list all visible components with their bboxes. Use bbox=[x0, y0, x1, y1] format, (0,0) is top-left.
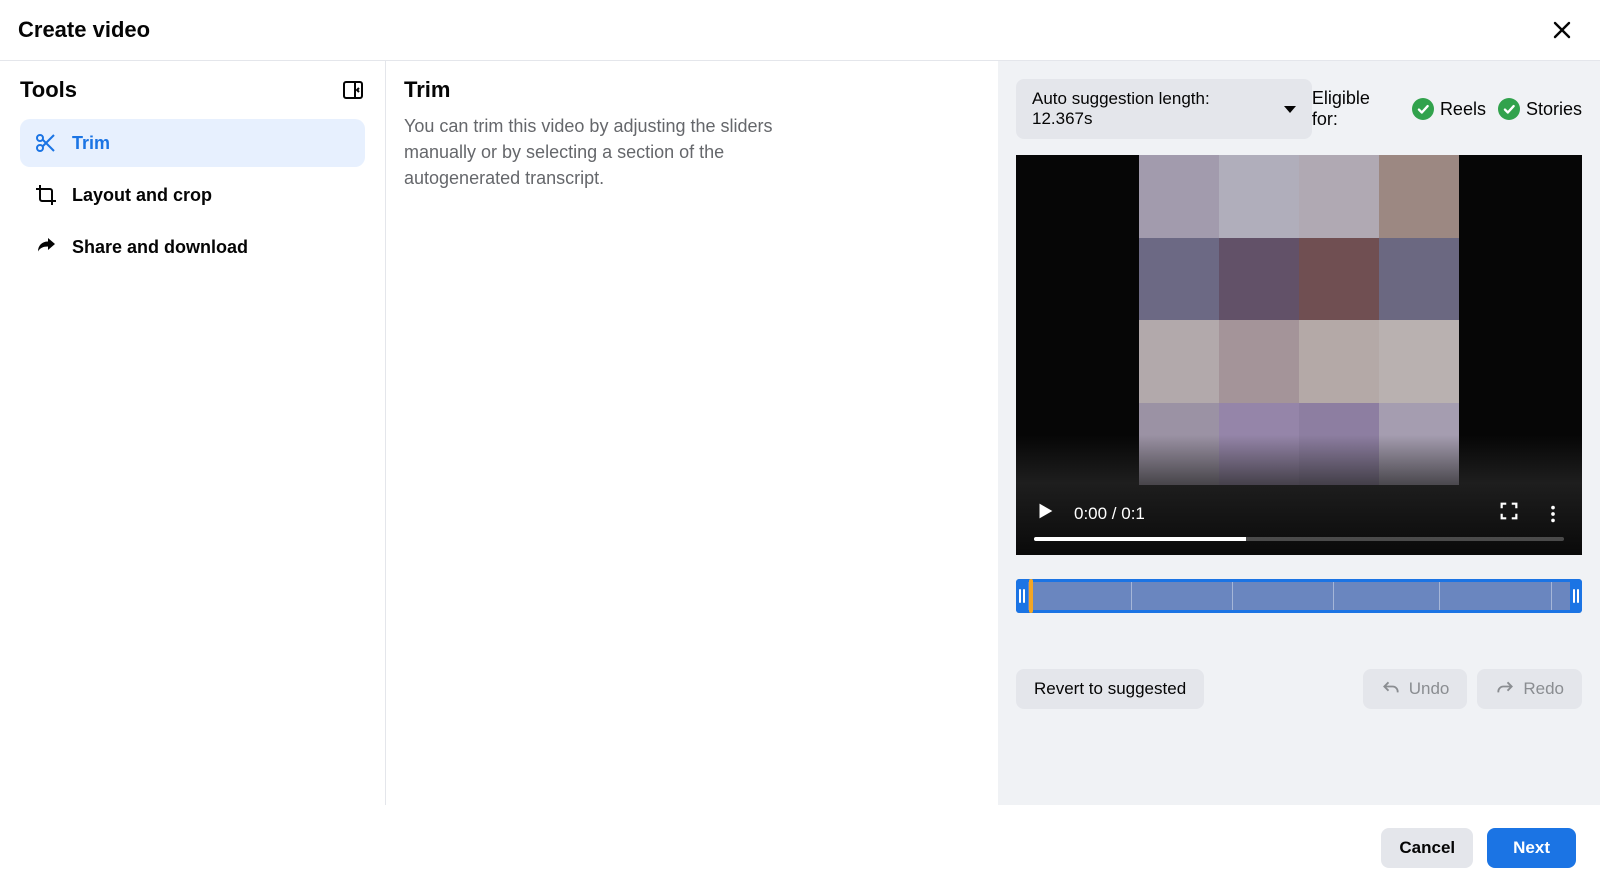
sidebar: Tools Trim Layout and crop Share and dow… bbox=[0, 61, 386, 805]
sidebar-item-share-download[interactable]: Share and download bbox=[20, 223, 365, 271]
cancel-button[interactable]: Cancel bbox=[1381, 828, 1473, 868]
more-vertical-icon bbox=[1542, 503, 1564, 525]
play-button[interactable] bbox=[1034, 500, 1056, 527]
undo-button[interactable]: Undo bbox=[1363, 669, 1468, 709]
sidebar-item-layout-crop[interactable]: Layout and crop bbox=[20, 171, 365, 219]
close-icon bbox=[1550, 18, 1574, 42]
undo-label: Undo bbox=[1409, 679, 1450, 699]
panel-collapse-icon bbox=[341, 78, 365, 102]
trim-handle-end[interactable] bbox=[1570, 579, 1582, 613]
redo-button[interactable]: Redo bbox=[1477, 669, 1582, 709]
check-icon bbox=[1412, 98, 1434, 120]
sidebar-title: Tools bbox=[20, 77, 77, 103]
page-title: Create video bbox=[18, 17, 150, 43]
fullscreen-button[interactable] bbox=[1498, 500, 1520, 527]
eligible-reels: Reels bbox=[1440, 99, 1486, 120]
fullscreen-icon bbox=[1498, 500, 1520, 522]
undo-icon bbox=[1381, 679, 1401, 699]
video-controls: 0:00 / 0:1 bbox=[1016, 490, 1582, 555]
revert-button[interactable]: Revert to suggested bbox=[1016, 669, 1204, 709]
caret-down-icon bbox=[1284, 106, 1296, 113]
section-description: You can trim this video by adjusting the… bbox=[404, 113, 834, 191]
section-title: Trim bbox=[404, 77, 974, 103]
footer: Cancel Next bbox=[0, 805, 1600, 890]
eligible-stories: Stories bbox=[1526, 99, 1582, 120]
crop-icon bbox=[34, 183, 58, 207]
preview-panel: Auto suggestion length: 12.367s Eligible… bbox=[998, 61, 1600, 805]
check-icon bbox=[1498, 98, 1520, 120]
share-icon bbox=[34, 235, 58, 259]
trim-timeline[interactable] bbox=[1016, 579, 1582, 613]
sidebar-item-label: Trim bbox=[72, 133, 110, 154]
auto-suggestion-dropdown[interactable]: Auto suggestion length: 12.367s bbox=[1016, 79, 1312, 139]
redo-icon bbox=[1495, 679, 1515, 699]
trim-playhead[interactable] bbox=[1029, 579, 1033, 613]
eligible-label: Eligible for: bbox=[1312, 88, 1400, 130]
trim-handle-start[interactable] bbox=[1016, 579, 1028, 613]
video-time: 0:00 / 0:1 bbox=[1074, 504, 1145, 524]
info-panel: Trim You can trim this video by adjustin… bbox=[386, 61, 998, 805]
play-icon bbox=[1034, 500, 1056, 522]
next-button[interactable]: Next bbox=[1487, 828, 1576, 868]
close-button[interactable] bbox=[1546, 14, 1578, 46]
auto-suggestion-label: Auto suggestion length: 12.367s bbox=[1032, 89, 1274, 129]
video-progress[interactable] bbox=[1034, 537, 1564, 541]
sidebar-item-trim[interactable]: Trim bbox=[20, 119, 365, 167]
video-preview[interactable]: 0:00 / 0:1 bbox=[1016, 155, 1582, 555]
sidebar-collapse-button[interactable] bbox=[341, 78, 365, 102]
redo-label: Redo bbox=[1523, 679, 1564, 699]
more-button[interactable] bbox=[1542, 503, 1564, 525]
scissors-icon bbox=[34, 131, 58, 155]
sidebar-item-label: Layout and crop bbox=[72, 185, 212, 206]
sidebar-item-label: Share and download bbox=[72, 237, 248, 258]
eligible-for: Eligible for: Reels Stories bbox=[1312, 88, 1582, 130]
